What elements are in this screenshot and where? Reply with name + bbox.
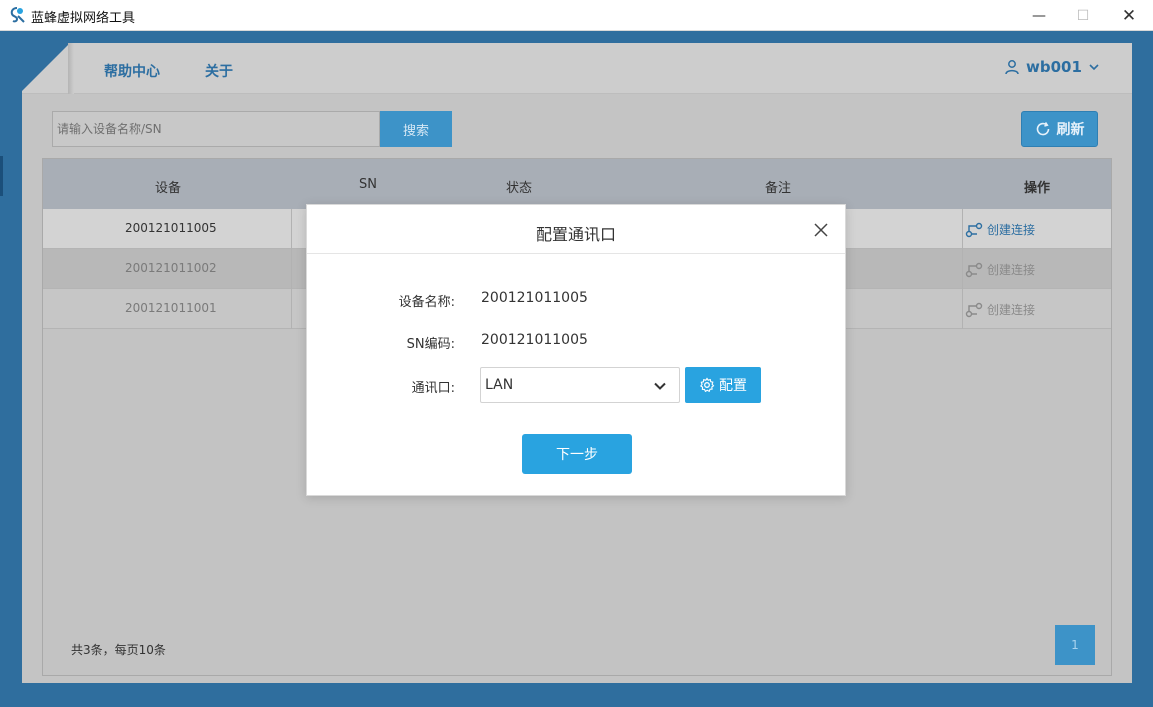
sn-label: SN编码: (406, 337, 455, 352)
dialog-header: 配置通讯口 (307, 205, 845, 254)
corner-fold-shadow (68, 43, 74, 94)
refresh-icon (1036, 122, 1049, 136)
minimize-button[interactable]: — (1016, 0, 1062, 31)
refresh-button[interactable]: 刷新 (1021, 111, 1098, 147)
dialog-title: 配置通讯口 (535, 225, 616, 244)
corner-fold (22, 43, 70, 91)
search-button[interactable]: 搜索 (380, 111, 452, 147)
link-icon (965, 302, 983, 317)
maximize-button[interactable]: ☐ (1060, 0, 1106, 31)
column-header-status: 状态 (506, 181, 533, 196)
device-name: 200121011001 (125, 301, 217, 315)
column-header-sn: SN (359, 177, 377, 192)
table-header: 设备 SN 状态 备注 操作 (43, 159, 1111, 209)
create-connection-link[interactable]: 创建连接 (965, 301, 1035, 318)
next-step-button[interactable]: 下一步 (522, 434, 632, 474)
link-icon (965, 222, 983, 237)
chevron-down-icon (654, 382, 666, 390)
search-input[interactable]: 请输入设备名称/SN (52, 111, 380, 147)
title-bar: 蓝蜂虚拟网络工具 — ☐ ✕ (0, 0, 1153, 31)
user-name: wb001 (1026, 58, 1082, 76)
gear-icon (700, 377, 715, 393)
column-header-action: 操作 (1024, 181, 1051, 196)
nav-about[interactable]: 关于 (205, 61, 233, 81)
refresh-label: 刷新 (1056, 122, 1085, 138)
nav-bar: 帮助中心 关于 wb001 (22, 43, 1132, 94)
configure-port-dialog: 配置通讯口 设备名称: 200121011005 SN编码: 200121011… (306, 204, 846, 496)
nav-help-center[interactable]: 帮助中心 (104, 61, 160, 81)
create-connection-link[interactable]: 创建连接 (965, 261, 1035, 278)
user-menu[interactable]: wb001 (1004, 58, 1100, 76)
config-button-label: 配置 (719, 378, 747, 394)
page-button[interactable]: 1 (1055, 625, 1095, 665)
column-header-device: 设备 (155, 181, 182, 196)
create-connection-label: 创建连接 (987, 303, 1036, 317)
device-name: 200121011002 (125, 261, 217, 275)
device-name-label: 设备名称: (398, 295, 455, 310)
pagination-info: 共3条，每页10条 (71, 643, 166, 657)
create-connection-link[interactable]: 创建连接 (965, 221, 1035, 238)
sn-value: 200121011005 (481, 332, 588, 348)
window-title: 蓝蜂虚拟网络工具 (31, 11, 136, 26)
create-connection-label: 创建连接 (987, 223, 1036, 237)
close-window-button[interactable]: ✕ (1106, 0, 1152, 31)
port-select[interactable]: LAN (480, 367, 680, 403)
close-icon[interactable] (812, 221, 830, 239)
port-label: 通讯口: (411, 381, 455, 396)
port-select-value: LAN (485, 377, 514, 393)
device-name: 200121011005 (125, 221, 217, 235)
config-button[interactable]: 配置 (685, 367, 761, 403)
device-name-value: 200121011005 (481, 290, 588, 306)
chevron-down-icon (1089, 64, 1099, 71)
background-stripe (0, 156, 3, 196)
column-header-remark: 备注 (765, 181, 792, 196)
app-logo-icon (10, 7, 25, 23)
create-connection-label: 创建连接 (987, 263, 1036, 277)
link-icon (965, 262, 983, 277)
user-icon (1005, 60, 1019, 75)
